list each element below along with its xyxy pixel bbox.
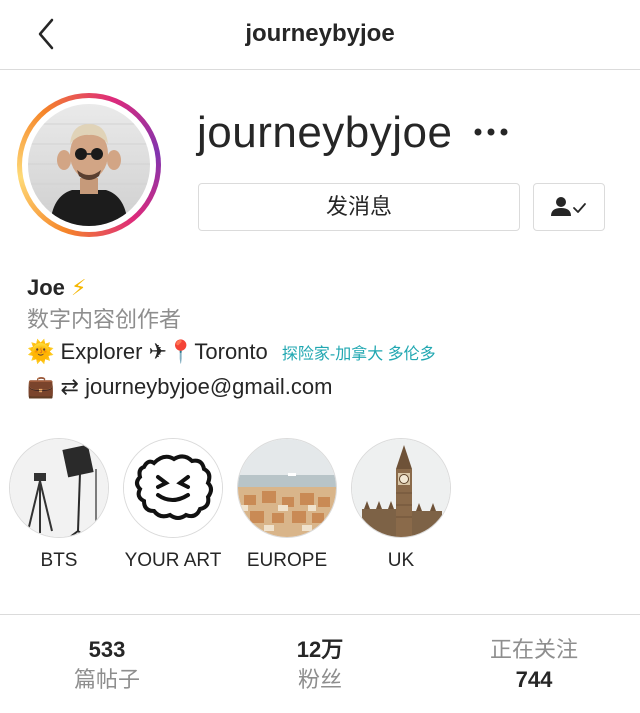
highlight-bts[interactable]: BTS [7,438,111,572]
highlight-cover [9,438,109,538]
avatar[interactable] [28,104,150,226]
profile-username: journeybyjoe [197,108,453,157]
highlight-label: BTS [40,550,78,571]
bio: Joe ⚡ 数字内容创作者 🌞 Explorer ✈📍Toronto 探险家-加… [27,272,436,403]
followers-label: 粉丝 [297,667,342,692]
posts-value: 533 [88,637,126,662]
top-bar: journeybyjoe [0,0,640,70]
bio-email[interactable]: ⇄ journeybyjoe@gmail.com [61,374,333,399]
bio-location-text: Explorer ✈📍Toronto [60,339,268,364]
more-options-button[interactable] [470,118,512,146]
posts-count[interactable]: 533 篇帖子 [7,635,207,695]
highlight-label: EUROPE [246,550,328,571]
bio-contact-line: 💼 ⇄ journeybyjoe@gmail.com [27,371,436,403]
highlight-cover [123,438,223,538]
highlight-cover [237,438,337,538]
story-ring[interactable] [17,93,161,237]
posts-label: 篇帖子 [73,667,140,692]
bio-translated-tags[interactable]: 探险家-加拿大 多伦多 [282,346,436,363]
account-category: 数字内容创作者 [27,307,182,332]
bio-name-line: Joe ⚡ [27,272,436,304]
person-check-icon [551,197,586,216]
highlight-label: UK [387,550,415,571]
message-button[interactable]: 发消息 [198,183,520,231]
followers-count[interactable]: 12万 粉丝 [220,635,420,695]
highlight-cover [351,438,451,538]
following-value: 744 [515,667,553,692]
bio-location-line: 🌞 Explorer ✈📍Toronto 探险家-加拿大 多伦多 [27,336,436,371]
following-toggle-button[interactable] [533,183,605,231]
lightning-icon: ⚡ [71,275,87,300]
highlight-uk[interactable]: UK [349,438,453,572]
highlight-label: YOUR ART [124,550,222,571]
page-title: journeybyjoe [245,20,395,47]
ellipsis-icon [474,128,508,136]
highlight-europe[interactable]: EUROPE [235,438,339,572]
following-count[interactable]: 正在关注 744 [434,635,634,695]
sun-icon: 🌞 [27,339,55,364]
story-highlights: BTS YOUR ART EUROPE UK [0,438,640,578]
highlight-your-art[interactable]: YOUR ART [121,438,225,572]
display-name: Joe [27,275,65,300]
followers-value: 12万 [296,637,344,662]
briefcase-icon: 💼 [27,374,55,399]
profile-stats: 533 篇帖子 12万 粉丝 正在关注 744 [0,614,640,713]
following-label: 正在关注 [489,637,578,662]
